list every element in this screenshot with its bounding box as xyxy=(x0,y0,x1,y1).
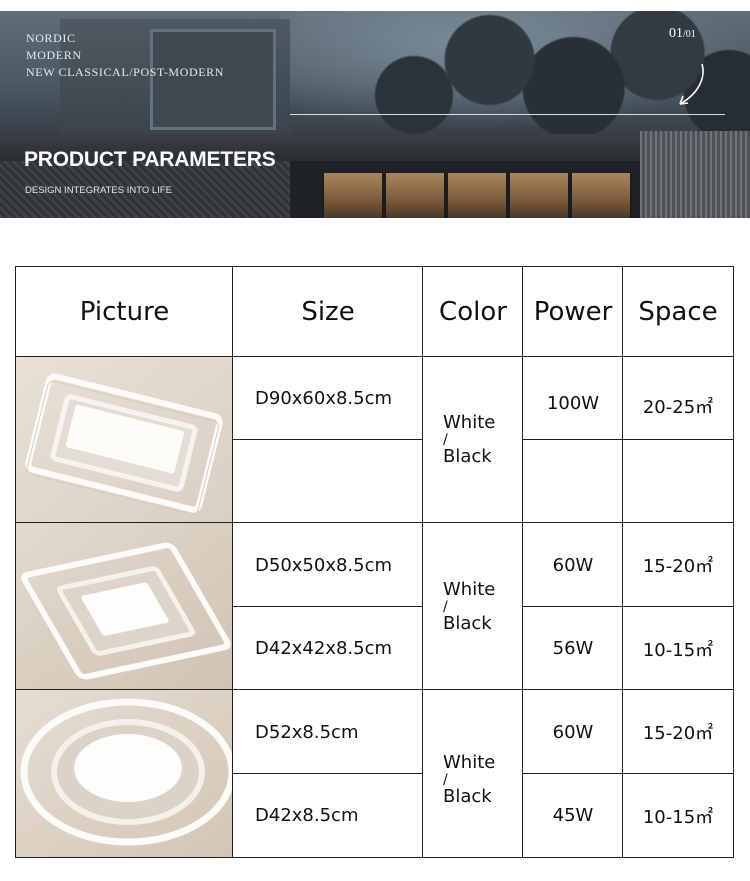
power-cell xyxy=(523,440,623,523)
power-cell: 56W xyxy=(552,638,594,659)
color-option: White xyxy=(443,578,496,600)
size-cell: D90x60x8.5cm xyxy=(255,388,393,409)
header-power: Power xyxy=(533,297,613,327)
color-separator: / xyxy=(443,598,448,615)
power-cell: 45W xyxy=(552,805,594,826)
space-cell: 15-20㎡ xyxy=(642,723,714,744)
banner-divider xyxy=(290,114,725,115)
size-cell xyxy=(233,440,423,523)
curved-arrow-icon xyxy=(679,63,704,105)
color-cell: White / Black xyxy=(423,690,523,857)
color-cell: White / Black xyxy=(423,357,523,523)
space-cell: 20-25㎡ xyxy=(642,397,714,418)
table-gridline xyxy=(522,606,733,607)
color-cell: White / Black xyxy=(423,523,523,690)
banner-tag-lines: NORDIC MODERN NEW CLASSICAL/POST-MODERN xyxy=(26,30,224,81)
table-gridline xyxy=(16,522,733,523)
space-cell: 10-15㎡ xyxy=(642,639,714,661)
color-option: Black xyxy=(443,785,492,807)
square-lamp-image xyxy=(16,523,233,690)
header-size: Size xyxy=(301,297,355,327)
space-cell xyxy=(623,440,733,523)
color-separator: / xyxy=(443,432,448,448)
page-current: 01 xyxy=(669,26,683,41)
power-cell: 60W xyxy=(552,554,594,576)
round-lamp-image xyxy=(16,690,233,857)
size-cell: D42x8.5cm xyxy=(255,805,359,826)
parameters-table: Picture Size Color Power Space D90x60x8.… xyxy=(15,266,734,858)
color-separator: / xyxy=(443,771,448,788)
color-option: Black xyxy=(443,612,492,634)
page-indicator: 01/01 xyxy=(669,26,696,42)
power-cell: 60W xyxy=(552,721,594,743)
color-option: Black xyxy=(443,446,492,467)
page-title: PRODUCT PARAMETERS xyxy=(24,148,276,171)
size-cell: D42x42x8.5cm xyxy=(255,638,393,659)
page-total: /01 xyxy=(683,29,696,40)
table-gridline xyxy=(232,773,422,774)
tag-line: MODERN xyxy=(26,48,82,62)
tag-line: NORDIC xyxy=(26,31,76,45)
rectangular-lamp-image xyxy=(16,357,233,523)
space-cell: 10-15㎡ xyxy=(642,806,714,828)
page-subtitle: DESIGN INTEGRATES INTO LIFE xyxy=(25,185,172,196)
table-gridline xyxy=(232,439,422,440)
header-banner: NORDIC MODERN NEW CLASSICAL/POST-MODERN … xyxy=(0,11,750,218)
color-option: White xyxy=(443,751,496,773)
table-gridline xyxy=(522,773,733,774)
header-space: Space xyxy=(638,297,718,327)
table-gridline xyxy=(16,689,733,690)
power-cell: 100W xyxy=(546,393,600,414)
tag-line: NEW CLASSICAL/POST-MODERN xyxy=(26,65,225,79)
space-cell: 15-20㎡ xyxy=(642,556,714,577)
table-gridline xyxy=(16,356,733,357)
table-gridline xyxy=(522,439,733,440)
header-picture: Picture xyxy=(79,297,170,327)
color-option: White xyxy=(443,412,496,433)
header-color: Color xyxy=(439,297,507,327)
table-gridline xyxy=(232,606,422,607)
size-cell: D50x50x8.5cm xyxy=(255,554,393,576)
size-cell: D52x8.5cm xyxy=(255,721,359,743)
